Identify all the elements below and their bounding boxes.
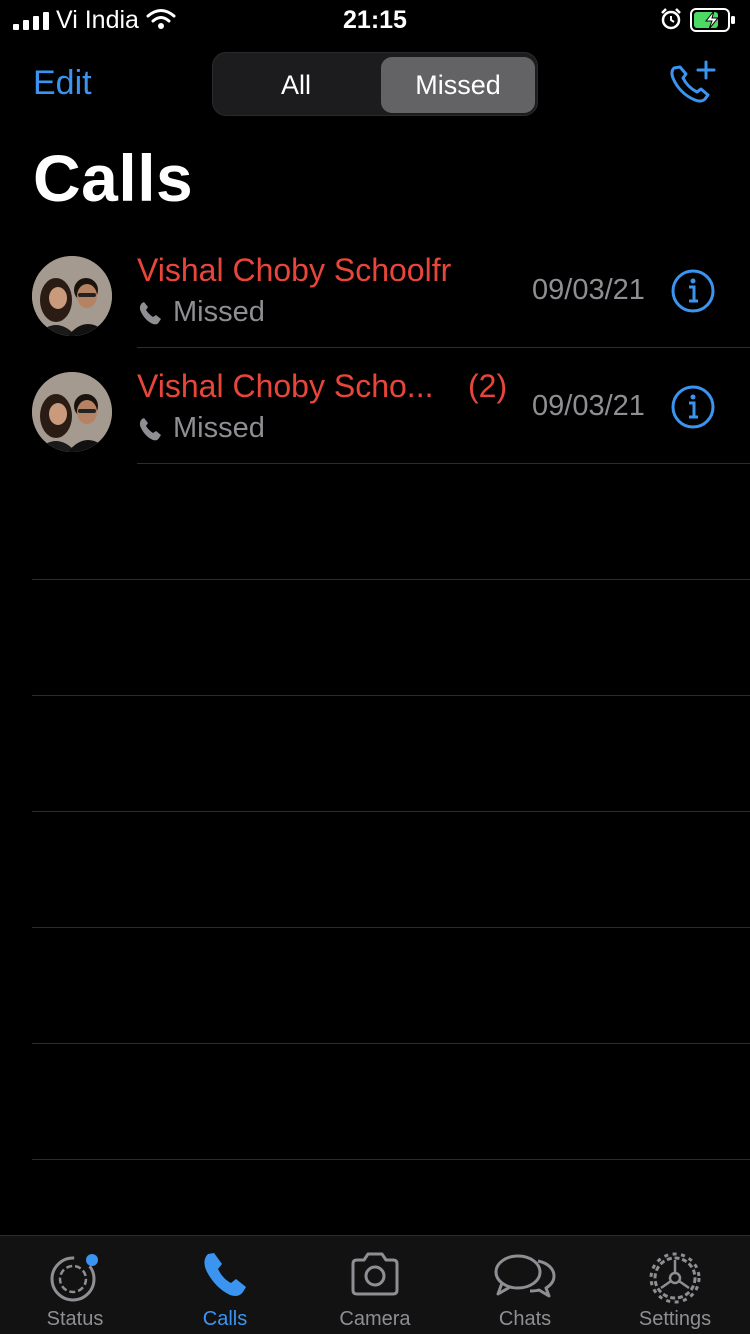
clock: 21:15 [343,6,407,34]
call-filter-segmented-control: All Missed [212,52,538,116]
empty-row-divider [32,1043,750,1044]
tab-settings-label: Settings [638,1308,712,1330]
empty-row-divider [32,927,750,928]
call-type-label: Missed [173,296,265,328]
tab-camera-label: Camera [339,1308,411,1330]
row-divider [137,463,750,464]
phone-icon [204,1253,246,1296]
call-type: Missed [137,412,265,445]
battery-charging-icon [690,8,735,32]
tab-chats-label: Chats [498,1308,552,1330]
contact-name: Vishal Choby Schoolfr [137,252,452,288]
info-icon[interactable] [670,268,716,314]
empty-row-divider [32,695,750,696]
contact-avatar [32,256,112,336]
edit-button[interactable]: Edit [33,64,92,103]
segment-missed[interactable]: Missed [381,57,535,113]
alarm-icon [661,8,681,30]
tab-settings[interactable]: Settings [600,1236,750,1334]
phone-icon [139,417,161,440]
call-type: Missed [137,296,265,329]
call-date: 09/03/21 [532,274,645,306]
tab-chats[interactable]: Chats [450,1236,600,1334]
empty-row-divider [32,1159,750,1160]
tab-calls-label: Calls [202,1308,248,1330]
chats-icon [494,1254,556,1298]
call-row[interactable]: Vishal Choby Scho... (2) Missed 09/03/21 [0,348,750,464]
phone-icon [139,301,161,324]
call-type-label: Missed [173,412,265,444]
empty-row-divider [32,811,750,812]
gear-icon [649,1252,701,1304]
status-bar: Vi India 21:15 [0,0,750,40]
page-title: Calls [33,141,194,215]
tab-calls[interactable]: Calls [150,1236,300,1334]
empty-row-divider [32,579,750,580]
camera-icon [351,1252,399,1296]
status-icon [50,1254,98,1302]
new-call-icon[interactable] [666,58,718,108]
info-icon[interactable] [670,384,716,430]
segment-all[interactable]: All [217,57,375,113]
call-count-badge: (2) [468,368,508,404]
call-row[interactable]: Vishal Choby Schoolfr Missed 09/03/21 [0,232,750,348]
call-date: 09/03/21 [532,390,645,422]
tab-camera[interactable]: Camera [300,1236,450,1334]
contact-avatar [32,372,112,452]
tab-status-label: Status [46,1308,104,1330]
tab-status[interactable]: Status [0,1236,150,1334]
tab-bar: Status Calls Camera Chats Settings [0,1235,750,1334]
contact-name: Vishal Choby Scho... [137,368,434,404]
